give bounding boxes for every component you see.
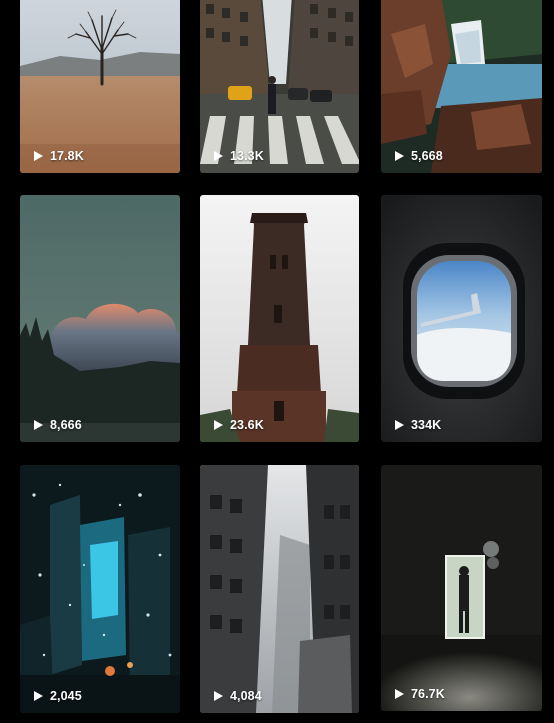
view-count: 23.6K <box>212 418 264 432</box>
video-tile[interactable]: 5,668 <box>381 0 542 173</box>
view-count-label: 17.8K <box>50 149 84 163</box>
view-count: 13.3K <box>212 149 264 163</box>
brick-tower-thumbnail <box>200 195 359 442</box>
view-count: 334K <box>393 418 441 432</box>
view-count-label: 5,668 <box>411 149 443 163</box>
view-count: 8,666 <box>32 418 82 432</box>
video-tile[interactable]: 4,084 <box>200 465 359 713</box>
play-icon <box>32 690 44 702</box>
view-count: 4,084 <box>212 689 262 703</box>
view-count-label: 23.6K <box>230 418 264 432</box>
video-tile[interactable]: 8,666 <box>20 195 180 442</box>
view-count: 2,045 <box>32 689 82 703</box>
view-count-label: 2,045 <box>50 689 82 703</box>
view-count-label: 13.3K <box>230 149 264 163</box>
airplane-window-thumbnail <box>381 195 542 442</box>
view-count: 76.7K <box>393 687 445 701</box>
city-crosswalk-thumbnail <box>200 0 359 173</box>
play-icon <box>32 150 44 162</box>
play-icon <box>212 690 224 702</box>
view-count: 5,668 <box>393 149 443 163</box>
video-grid: 17.8K 13.3K 5,668 8,666 23.6K 334K 2,045… <box>0 0 554 723</box>
video-tile[interactable]: 23.6K <box>200 195 359 442</box>
play-icon <box>212 150 224 162</box>
play-icon <box>212 419 224 431</box>
waterfall-rocks-thumbnail <box>381 0 542 173</box>
view-count-label: 4,084 <box>230 689 262 703</box>
play-icon <box>393 150 405 162</box>
snowy-night-city-thumbnail <box>20 465 180 713</box>
view-count-label: 76.7K <box>411 687 445 701</box>
foggy-skyscrapers-thumbnail <box>200 465 359 713</box>
video-tile[interactable]: 17.8K <box>20 0 180 173</box>
bare-tree-field-thumbnail <box>20 0 180 173</box>
play-icon <box>393 419 405 431</box>
video-tile[interactable]: 13.3K <box>200 0 359 173</box>
video-tile[interactable]: 76.7K <box>381 465 542 711</box>
sunset-cloud-thumbnail <box>20 195 180 442</box>
view-count: 17.8K <box>32 149 84 163</box>
play-icon <box>32 419 44 431</box>
video-tile[interactable]: 2,045 <box>20 465 180 713</box>
video-tile[interactable]: 334K <box>381 195 542 442</box>
play-icon <box>393 688 405 700</box>
dark-doorway-thumbnail <box>381 465 542 711</box>
view-count-label: 334K <box>411 418 442 432</box>
view-count-label: 8,666 <box>50 418 82 432</box>
